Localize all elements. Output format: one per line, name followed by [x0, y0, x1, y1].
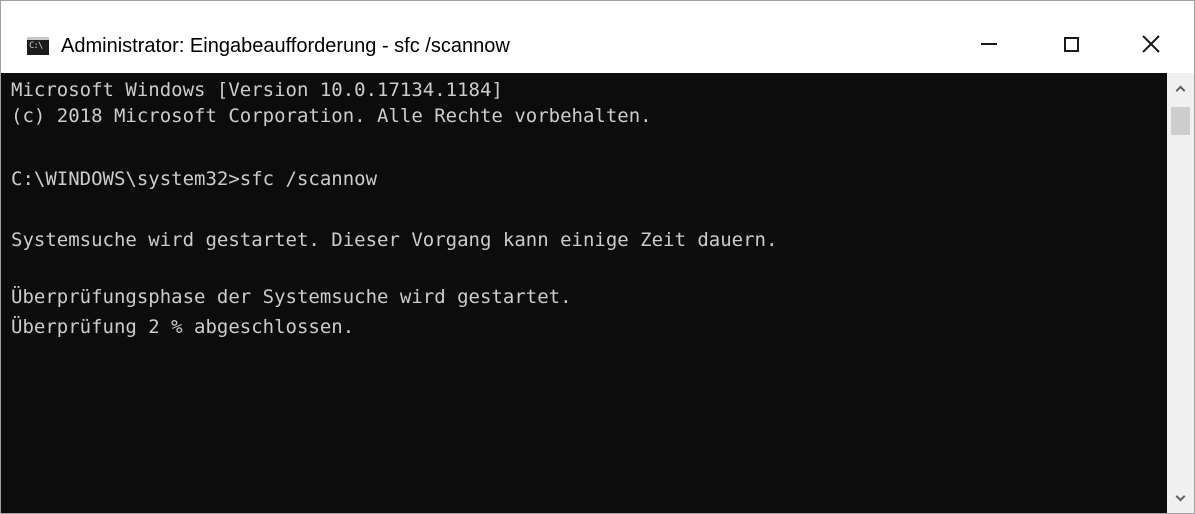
console-prompt-line: C:\WINDOWS\system32>sfc /scannow	[11, 168, 378, 190]
chevron-up-icon	[1175, 85, 1186, 95]
close-button[interactable]	[1121, 21, 1181, 67]
close-icon	[1142, 35, 1160, 53]
console-progress-line: Überprüfung 2 % abgeschlossen.	[11, 316, 355, 338]
maximize-button[interactable]	[1041, 21, 1101, 67]
console-output-area[interactable]: Microsoft Windows [Version 10.0.17134.11…	[1, 73, 1167, 513]
scroll-up-button[interactable]	[1167, 73, 1194, 103]
minimize-button[interactable]	[959, 21, 1019, 67]
maximize-icon	[1063, 36, 1079, 52]
cmd-icon-glyph: C:\	[29, 41, 43, 51]
console-line: (c) 2018 Microsoft Corporation. Alle Rec…	[11, 105, 652, 127]
minimize-icon	[981, 43, 997, 45]
chevron-down-icon	[1175, 491, 1186, 501]
window-title: Administrator: Eingabeaufforderung - sfc…	[61, 35, 510, 57]
console-line: Überprüfungsphase der Systemsuche wird g…	[11, 286, 572, 308]
console-line: Microsoft Windows [Version 10.0.17134.11…	[11, 79, 503, 101]
vertical-scrollbar[interactable]	[1167, 73, 1194, 513]
console-line: Systemsuche wird gestartet. Dieser Vorga…	[11, 229, 778, 251]
title-bar[interactable]: C:\ Administrator: Eingabeaufforderung -…	[1, 1, 1194, 73]
scroll-down-button[interactable]	[1167, 483, 1194, 513]
scrollbar-thumb[interactable]	[1171, 107, 1190, 135]
console-window: C:\ Administrator: Eingabeaufforderung -…	[0, 0, 1195, 514]
cmd-console-icon[interactable]: C:\	[27, 37, 49, 55]
